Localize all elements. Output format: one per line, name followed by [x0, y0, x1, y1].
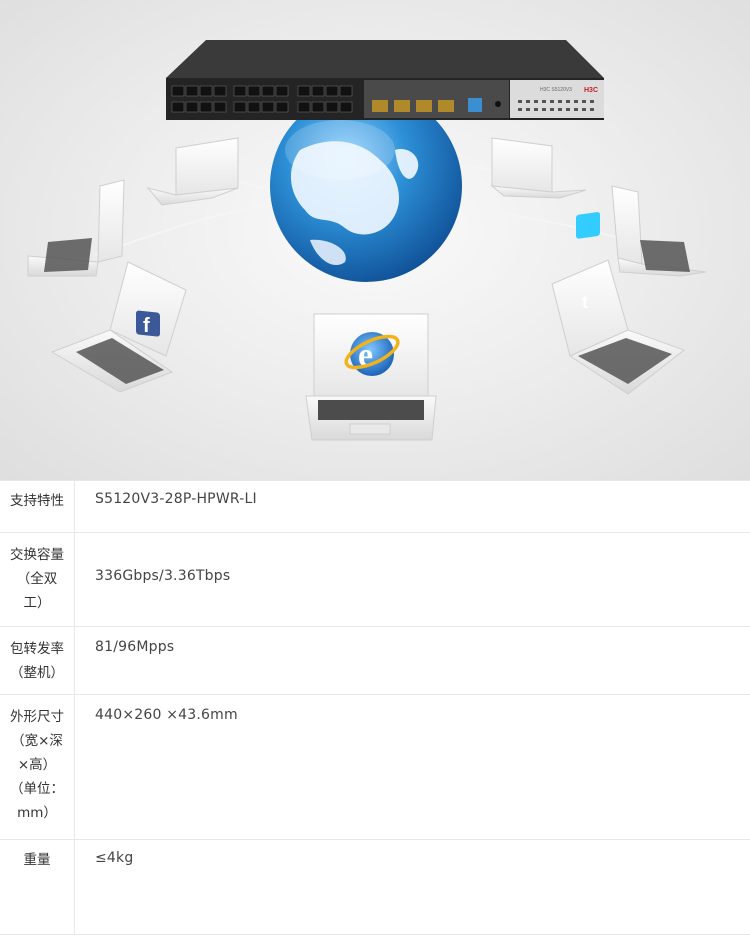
spec-row-capacity: 交换容量 （全双 工） 336Gbps/3.36Tbps: [0, 532, 750, 627]
laptop-top-right: [490, 137, 587, 199]
spec-value-text: 81/96Mpps: [95, 639, 175, 655]
h3c-logo: H3C: [584, 87, 598, 94]
spec-value-text: 440×260 ×43.6mm: [95, 707, 238, 723]
spec-table: 支持特性 S5120V3-28P-HPWR-LI 交换容量 （全双 工） 336…: [0, 480, 750, 935]
spec-value: 440×260 ×43.6mm: [74, 694, 750, 840]
svg-text:f: f: [143, 315, 150, 337]
facebook-icon: f: [136, 310, 160, 337]
spec-row-feature: 支持特性 S5120V3-28P-HPWR-LI: [0, 480, 750, 533]
spec-row-weight: 重量 ≤4kg: [0, 839, 750, 935]
spec-value: 336Gbps/3.36Tbps: [74, 532, 750, 627]
laptop-facebook: f: [50, 261, 187, 393]
spec-label-text: 包转发率 （整机）: [10, 641, 64, 681]
spec-value-text: 336Gbps/3.36Tbps: [95, 568, 231, 584]
spec-value: S5120V3-28P-HPWR-LI: [74, 480, 750, 533]
spec-value-text: S5120V3-28P-HPWR-LI: [95, 491, 257, 507]
spec-row-dimensions: 外形尺寸 （宽×深 ×高） （单位： mm） 440×260 ×43.6mm: [0, 694, 750, 840]
spec-label-text: 支持特性: [10, 493, 64, 509]
network-switch: H3C S5120V3 H3C: [166, 40, 604, 120]
spec-value-text: ≤4kg: [95, 850, 134, 866]
spec-label-text: 外形尺寸 （宽×深 ×高） （单位： mm）: [10, 709, 64, 821]
spec-label: 包转发率 （整机）: [0, 626, 75, 695]
laptop-center: e: [305, 313, 437, 441]
spec-value: ≤4kg: [74, 839, 750, 935]
network-illustration: H3C S5120V3 H3C f e t: [27, 40, 707, 441]
spec-value: 81/96Mpps: [74, 626, 750, 695]
spec-label: 外形尺寸 （宽×深 ×高） （单位： mm）: [0, 694, 75, 840]
spec-label-text: 重量: [23, 852, 51, 868]
laptop-right: [611, 185, 707, 277]
spec-label-text: 交换容量 （全双 工）: [10, 547, 64, 611]
spec-label: 支持特性: [0, 480, 75, 533]
spec-label: 重量: [0, 839, 75, 935]
spec-row-forwarding-rate: 包转发率 （整机） 81/96Mpps: [0, 626, 750, 695]
network-hero-image: H3C S5120V3 H3C f e t: [0, 0, 750, 480]
spec-label: 交换容量 （全双 工）: [0, 532, 75, 627]
switch-model-text: H3C S5120V3: [540, 87, 572, 93]
laptop-left: [27, 179, 125, 277]
svg-text:t: t: [582, 292, 588, 312]
laptop-top-left: [146, 137, 239, 206]
